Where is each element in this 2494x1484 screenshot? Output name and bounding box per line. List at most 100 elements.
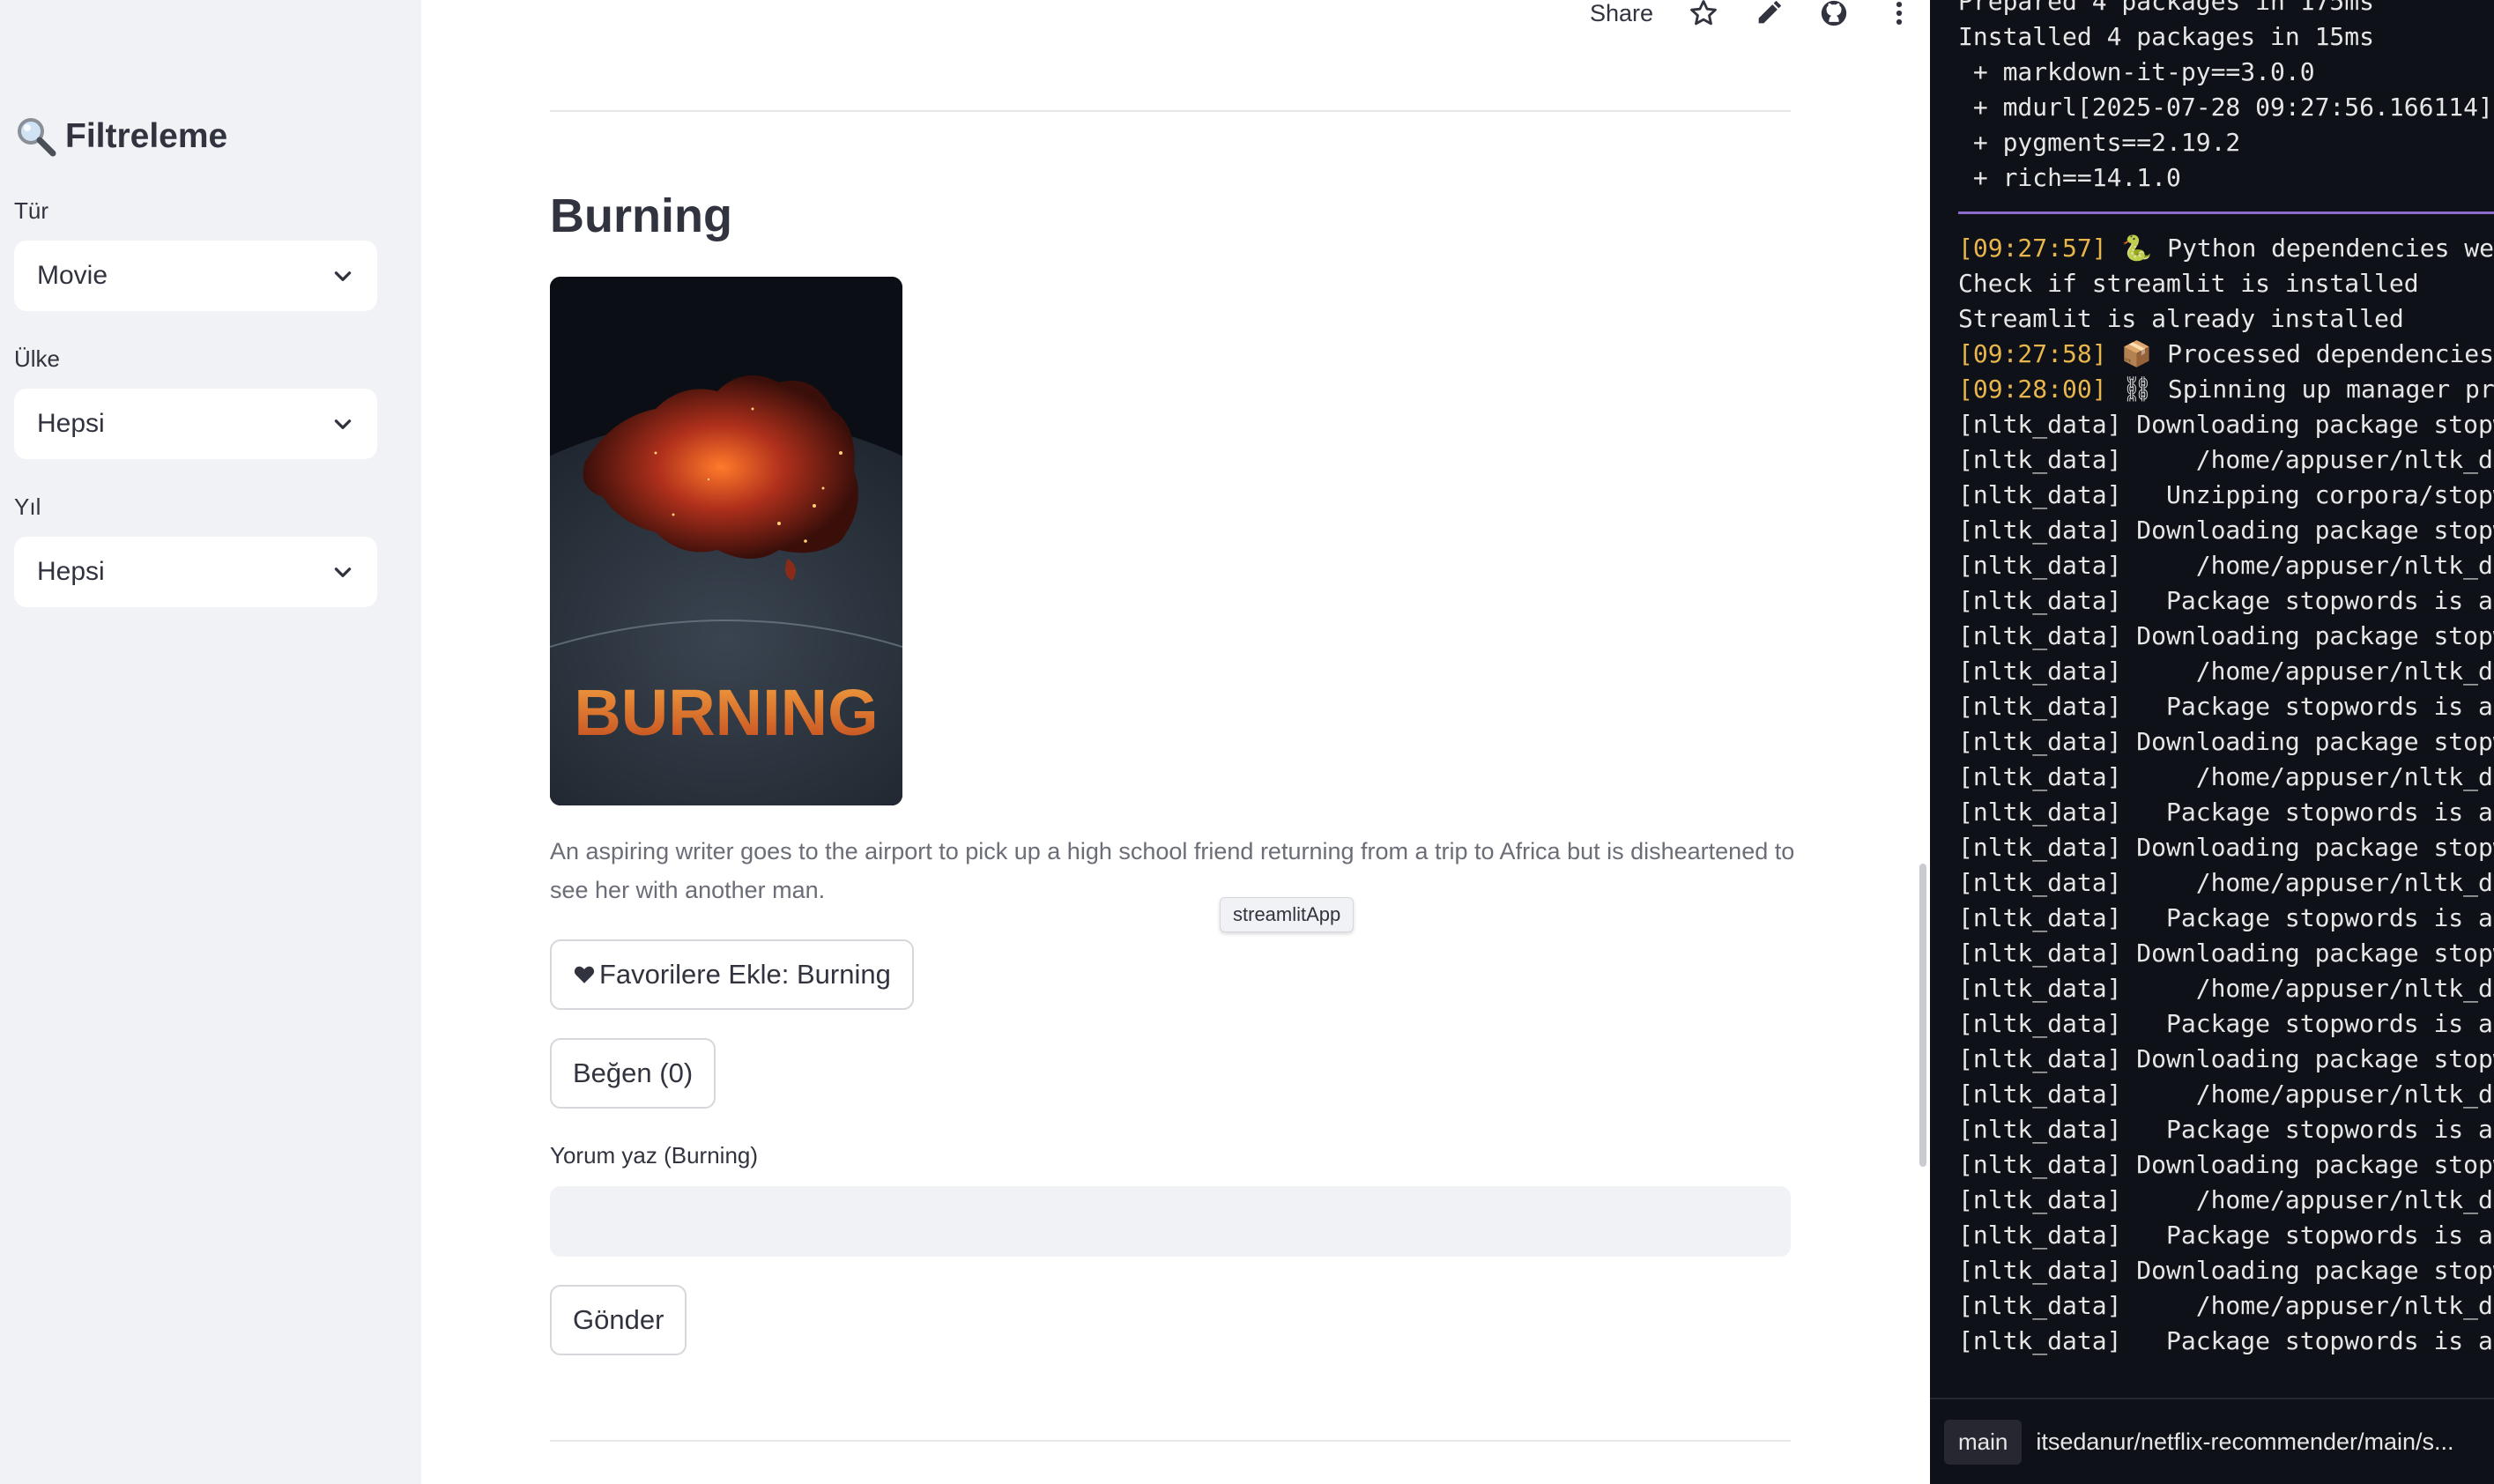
terminal-line: + pygments==2.19.2 [1958,125,2494,160]
terminal-log: Prepared 4 packages in 175ms Installed 4 … [1958,0,2494,1359]
select-type[interactable]: Movie [14,241,377,311]
terminal-line: [nltk_data] Downloading package stopw [1958,1147,2494,1183]
terminal-text: [nltk_data] /home/appuser/nltk_da [1958,1291,2494,1320]
terminal-line: [nltk_data] Downloading package stopw [1958,724,2494,760]
terminal-text: [nltk_data] Downloading package stopw [1958,833,2494,862]
terminal-text: + mdurl[2025-07-28 09:27:56.166114] [1958,93,2493,122]
terminal-line: Installed 4 packages in 15ms [1958,19,2494,55]
terminal-line: [nltk_data] /home/appuser/nltk_da [1958,654,2494,689]
select-country-value: Hepsi [37,409,105,438]
main-content: Share Burning BURNING An aspiring writer… [421,0,1930,1484]
divider [550,110,1791,112]
select-country[interactable]: Hepsi [14,389,377,459]
chevron-down-icon [334,271,352,281]
heart-icon [574,966,595,983]
terminal-timestamp: [09:27:58] [1958,339,2107,368]
terminal-line: + mdurl[2025-07-28 09:27:56.166114] [1958,90,2494,125]
movie-description: An aspiring writer goes to the airport t… [550,838,1795,903]
scrollbar[interactable] [1919,864,1926,1167]
terminal-text: [nltk_data] /home/appuser/nltk_da [1958,551,2494,580]
comment-input[interactable] [550,1186,1791,1257]
terminal-line: [nltk_data] /home/appuser/nltk_da [1958,1077,2494,1112]
divider [550,1440,1791,1442]
terminal-line: [nltk_data] /home/appuser/nltk_da [1958,1288,2494,1324]
terminal-text: [nltk_data] Downloading package stopw [1958,1044,2494,1073]
terminal-line: [nltk_data] Unzipping corpora/stopw [1958,478,2494,513]
terminal-text: [nltk_data] Downloading package stopw [1958,410,2494,439]
terminal-text: [nltk_data] Unzipping corpora/stopw [1958,480,2494,509]
terminal-text: [nltk_data] Package stopwords is al [1958,798,2494,827]
chevron-down-icon [334,419,352,429]
terminal-line: [nltk_data] Downloading package stopw [1958,830,2494,865]
terminal-text: [nltk_data] /home/appuser/nltk_da [1958,974,2494,1003]
terminal-text: [nltk_data] Package stopwords is al [1958,1326,2494,1355]
sidebar-title-text: Filtreleme [65,117,228,155]
terminal-text: Streamlit is already installed [1958,304,2404,333]
terminal-line: [nltk_data] Package stopwords is al [1958,1112,2494,1147]
terminal-text: [nltk_data] Downloading package stopw [1958,1256,2494,1285]
terminal-text: [nltk_data] /home/appuser/nltk_da [1958,868,2494,897]
filter-label-type: Tür [14,197,48,224]
terminal-line: + rich==14.1.0 [1958,160,2494,196]
select-type-value: Movie [37,261,108,290]
terminal-text: [nltk_data] Package stopwords is al [1958,1221,2494,1250]
terminal-text: [nltk_data] Package stopwords is al [1958,692,2494,721]
terminal-line: [nltk_data] /home/appuser/nltk_da [1958,760,2494,795]
terminal-text: [nltk_data] /home/appuser/nltk_da [1958,1185,2494,1214]
terminal-line: [nltk_data] /home/appuser/nltk_da [1958,1183,2494,1218]
add-favorite-label: Favorilere Ekle: Burning [599,959,891,990]
chevron-down-icon [334,568,352,577]
repo-path[interactable]: itsedanur/netflix-recommender/main/s... [2036,1428,2453,1456]
share-button[interactable]: Share [1590,0,1653,27]
terminal-line: Streamlit is already installed [1958,301,2494,337]
terminal-text: [nltk_data] /home/appuser/nltk_da [1958,445,2494,474]
terminal-line: Check if streamlit is installed [1958,266,2494,301]
terminal-line: [nltk_data] Downloading package stopw [1958,1253,2494,1288]
comment-label: Yorum yaz (Burning) [550,1142,759,1169]
terminal-text: [nltk_data] /home/appuser/nltk_da [1958,1080,2494,1109]
terminal-line: [09:28:00] ⛓ Spinning up manager pro [1958,372,2494,407]
branch-badge[interactable]: main [1944,1419,2023,1465]
terminal-line: [nltk_data] Package stopwords is al [1958,583,2494,619]
terminal-text: + pygments==2.19.2 [1958,128,2241,157]
terminal-timestamp: [09:28:00] [1958,375,2107,404]
terminal-text: [nltk_data] Package stopwords is al [1958,903,2494,932]
more-vertical-icon[interactable] [1884,0,1914,28]
terminal-line: [nltk_data] /home/appuser/nltk_da [1958,971,2494,1006]
poster-title-text: BURNING [574,676,878,749]
terminal-text: Check if streamlit is installed [1958,269,2419,298]
github-icon[interactable] [1819,0,1849,28]
terminal-text: [nltk_data] Downloading package stopw [1958,727,2494,756]
log-terminal: Prepared 4 packages in 175ms Installed 4 … [1930,0,2494,1484]
terminal-line: [nltk_data] Package stopwords is al [1958,1324,2494,1359]
terminal-text: [nltk_data] Downloading package stopw [1958,621,2494,650]
terminal-line: + markdown-it-py==3.0.0 [1958,55,2494,90]
filter-label-country: Ülke [14,345,61,372]
terminal-line: [nltk_data] Package stopwords is al [1958,1006,2494,1042]
select-year-value: Hepsi [37,557,105,586]
terminal-timestamp: [09:27:57] [1958,234,2107,263]
select-year[interactable]: Hepsi [14,537,377,607]
terminal-text: [nltk_data] /home/appuser/nltk_da [1958,657,2494,686]
like-button[interactable]: Beğen (0) [550,1038,716,1109]
terminal-line: [09:27:58] 📦 Processed dependencies [1958,337,2494,372]
submit-button[interactable]: Gönder [550,1285,687,1355]
terminal-text: [nltk_data] /home/appuser/nltk_da [1958,762,2494,791]
add-favorite-button[interactable]: Favorilere Ekle: Burning [550,939,914,1010]
movie-title: Burning [550,189,732,242]
terminal-line: [nltk_data] Downloading package stopw [1958,619,2494,654]
terminal-line: [nltk_data] Downloading package stopw [1958,1042,2494,1077]
terminal-line: [nltk_data] /home/appuser/nltk_da [1958,548,2494,583]
terminal-line: [09:27:57] 🐍 Python dependencies we [1958,231,2494,266]
terminal-text: [nltk_data] Package stopwords is al [1958,1115,2494,1144]
pencil-icon[interactable] [1754,0,1784,28]
terminal-line: [nltk_data] /home/appuser/nltk_da [1958,865,2494,901]
app-toolbar: Share [1590,0,1914,26]
filter-label-year: Yıl [14,493,41,520]
terminal-line: [nltk_data] Package stopwords is al [1958,1218,2494,1253]
terminal-text: [nltk_data] Downloading package stopw [1958,939,2494,968]
star-icon[interactable] [1689,0,1718,28]
terminal-line: [nltk_data] Downloading package stopw [1958,513,2494,548]
terminal-line: [nltk_data] Downloading package stopw [1958,407,2494,442]
terminal-text: 🐍 Python dependencies we [2106,234,2494,263]
